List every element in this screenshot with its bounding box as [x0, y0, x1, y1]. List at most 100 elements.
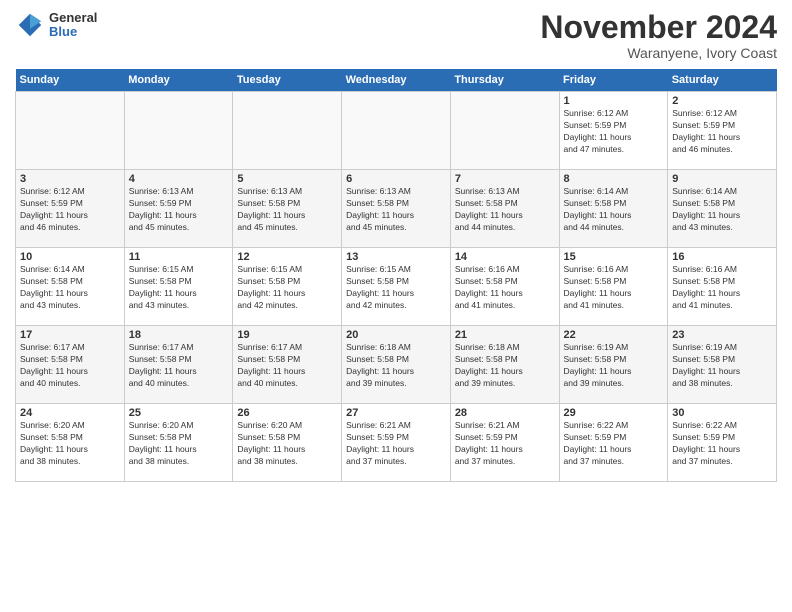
day-number: 11 — [129, 251, 229, 263]
day-info: Sunrise: 6:18 AMSunset: 5:58 PMDaylight:… — [455, 342, 555, 390]
day-info: Sunrise: 6:12 AMSunset: 5:59 PMDaylight:… — [564, 108, 664, 156]
logo-text: General Blue — [49, 11, 97, 40]
day-info: Sunrise: 6:22 AMSunset: 5:59 PMDaylight:… — [564, 420, 664, 468]
day-number: 4 — [129, 173, 229, 185]
day-number: 13 — [346, 251, 446, 263]
day-info: Sunrise: 6:12 AMSunset: 5:59 PMDaylight:… — [672, 108, 772, 156]
calendar-row-3: 10Sunrise: 6:14 AMSunset: 5:58 PMDayligh… — [16, 248, 777, 326]
day-number: 21 — [455, 329, 555, 341]
calendar-cell: 27Sunrise: 6:21 AMSunset: 5:59 PMDayligh… — [342, 404, 451, 482]
calendar-cell: 15Sunrise: 6:16 AMSunset: 5:58 PMDayligh… — [559, 248, 668, 326]
day-info: Sunrise: 6:22 AMSunset: 5:59 PMDaylight:… — [672, 420, 772, 468]
day-number: 29 — [564, 407, 664, 419]
calendar-header-tuesday: Tuesday — [233, 69, 342, 92]
day-info: Sunrise: 6:14 AMSunset: 5:58 PMDaylight:… — [672, 186, 772, 234]
day-number: 16 — [672, 251, 772, 263]
day-info: Sunrise: 6:15 AMSunset: 5:58 PMDaylight:… — [129, 264, 229, 312]
calendar-cell: 19Sunrise: 6:17 AMSunset: 5:58 PMDayligh… — [233, 326, 342, 404]
day-number: 27 — [346, 407, 446, 419]
calendar-cell: 21Sunrise: 6:18 AMSunset: 5:58 PMDayligh… — [450, 326, 559, 404]
calendar-cell: 28Sunrise: 6:21 AMSunset: 5:59 PMDayligh… — [450, 404, 559, 482]
day-info: Sunrise: 6:13 AMSunset: 5:58 PMDaylight:… — [455, 186, 555, 234]
day-info: Sunrise: 6:17 AMSunset: 5:58 PMDaylight:… — [129, 342, 229, 390]
calendar-header-sunday: Sunday — [16, 69, 125, 92]
day-info: Sunrise: 6:14 AMSunset: 5:58 PMDaylight:… — [564, 186, 664, 234]
calendar-cell: 1Sunrise: 6:12 AMSunset: 5:59 PMDaylight… — [559, 92, 668, 170]
day-info: Sunrise: 6:16 AMSunset: 5:58 PMDaylight:… — [672, 264, 772, 312]
calendar-row-4: 17Sunrise: 6:17 AMSunset: 5:58 PMDayligh… — [16, 326, 777, 404]
day-info: Sunrise: 6:13 AMSunset: 5:59 PMDaylight:… — [129, 186, 229, 234]
day-number: 30 — [672, 407, 772, 419]
calendar-row-5: 24 Sunrise: 6:20 AMSunset: 5:58 PMDayligh… — [16, 404, 777, 482]
day-number: 12 — [237, 251, 337, 263]
day-number: 1 — [564, 95, 664, 107]
calendar-header-thursday: Thursday — [450, 69, 559, 92]
day-info: Sunrise: 6:21 AMSunset: 5:59 PMDaylight:… — [346, 420, 446, 468]
calendar-cell: 8Sunrise: 6:14 AMSunset: 5:58 PMDaylight… — [559, 170, 668, 248]
day-info: Sunrise: 6:17 AMSunset: 5:58 PMDaylight:… — [20, 342, 120, 390]
logo: General Blue — [15, 10, 97, 40]
day-info: Sunrise: 6:16 AMSunset: 5:58 PMDaylight:… — [564, 264, 664, 312]
day-number: 9 — [672, 173, 772, 185]
day-info: Sunrise: 6:20 AMSunset: 5:58 PMDaylight:… — [129, 420, 229, 468]
day-number: 26 — [237, 407, 337, 419]
calendar-cell: 25Sunrise: 6:20 AMSunset: 5:58 PMDayligh… — [124, 404, 233, 482]
calendar-cell — [342, 92, 451, 170]
calendar-cell: 7Sunrise: 6:13 AMSunset: 5:58 PMDaylight… — [450, 170, 559, 248]
calendar-cell — [233, 92, 342, 170]
calendar-cell — [124, 92, 233, 170]
day-info: Sunrise: 6:20 AMSunset: 5:58 PMDaylight:… — [237, 420, 337, 468]
day-info: Sunrise: 6:19 AMSunset: 5:58 PMDaylight:… — [564, 342, 664, 390]
day-info: Sunrise: 6:16 AMSunset: 5:58 PMDaylight:… — [455, 264, 555, 312]
calendar-header-saturday: Saturday — [668, 69, 777, 92]
calendar-cell: 29Sunrise: 6:22 AMSunset: 5:59 PMDayligh… — [559, 404, 668, 482]
day-number: 8 — [564, 173, 664, 185]
calendar-cell — [450, 92, 559, 170]
calendar-cell: 17Sunrise: 6:17 AMSunset: 5:58 PMDayligh… — [16, 326, 125, 404]
calendar-cell: 12Sunrise: 6:15 AMSunset: 5:58 PMDayligh… — [233, 248, 342, 326]
day-number: 19 — [237, 329, 337, 341]
calendar-cell: 13Sunrise: 6:15 AMSunset: 5:58 PMDayligh… — [342, 248, 451, 326]
calendar-header-wednesday: Wednesday — [342, 69, 451, 92]
calendar-header-friday: Friday — [559, 69, 668, 92]
calendar-cell: 14Sunrise: 6:16 AMSunset: 5:58 PMDayligh… — [450, 248, 559, 326]
logo-blue-text: Blue — [49, 25, 97, 39]
calendar-row-1: 1Sunrise: 6:12 AMSunset: 5:59 PMDaylight… — [16, 92, 777, 170]
day-info: Sunrise: 6:18 AMSunset: 5:58 PMDaylight:… — [346, 342, 446, 390]
title-section: November 2024 Waranyene, Ivory Coast — [540, 10, 777, 61]
header: General Blue November 2024 Waranyene, Iv… — [15, 10, 777, 61]
day-info: Sunrise: 6:15 AMSunset: 5:58 PMDaylight:… — [237, 264, 337, 312]
calendar-cell: 2Sunrise: 6:12 AMSunset: 5:59 PMDaylight… — [668, 92, 777, 170]
calendar-cell: 23Sunrise: 6:19 AMSunset: 5:58 PMDayligh… — [668, 326, 777, 404]
day-number: 28 — [455, 407, 555, 419]
day-info: Sunrise: 6:14 AMSunset: 5:58 PMDaylight:… — [20, 264, 120, 312]
calendar-cell: 3Sunrise: 6:12 AMSunset: 5:59 PMDaylight… — [16, 170, 125, 248]
calendar-cell: 10Sunrise: 6:14 AMSunset: 5:58 PMDayligh… — [16, 248, 125, 326]
logo-icon — [15, 10, 45, 40]
day-number: 5 — [237, 173, 337, 185]
day-info: Sunrise: 6:21 AMSunset: 5:59 PMDaylight:… — [455, 420, 555, 468]
calendar-cell — [16, 92, 125, 170]
calendar-row-2: 3Sunrise: 6:12 AMSunset: 5:59 PMDaylight… — [16, 170, 777, 248]
page: General Blue November 2024 Waranyene, Iv… — [0, 0, 792, 612]
calendar-cell: 16Sunrise: 6:16 AMSunset: 5:58 PMDayligh… — [668, 248, 777, 326]
calendar-cell: 9Sunrise: 6:14 AMSunset: 5:58 PMDaylight… — [668, 170, 777, 248]
calendar-cell: 18Sunrise: 6:17 AMSunset: 5:58 PMDayligh… — [124, 326, 233, 404]
day-number: 2 — [672, 95, 772, 107]
calendar-cell: 24Sunrise: 6:20 AMSunset: 5:58 PMDayligh… — [16, 404, 125, 482]
calendar-cell: 20Sunrise: 6:18 AMSunset: 5:58 PMDayligh… — [342, 326, 451, 404]
day-number: 6 — [346, 173, 446, 185]
calendar-cell: 22Sunrise: 6:19 AMSunset: 5:58 PMDayligh… — [559, 326, 668, 404]
calendar-cell: 11Sunrise: 6:15 AMSunset: 5:58 PMDayligh… — [124, 248, 233, 326]
calendar-cell: 6Sunrise: 6:13 AMSunset: 5:58 PMDaylight… — [342, 170, 451, 248]
day-info: Sunrise: 6:13 AMSunset: 5:58 PMDaylight:… — [237, 186, 337, 234]
day-number: 24 — [20, 407, 120, 419]
day-info: Sunrise: 6:13 AMSunset: 5:58 PMDaylight:… — [346, 186, 446, 234]
calendar-table: SundayMondayTuesdayWednesdayThursdayFrid… — [15, 69, 777, 482]
calendar-cell: 26Sunrise: 6:20 AMSunset: 5:58 PMDayligh… — [233, 404, 342, 482]
day-number: 10 — [20, 251, 120, 263]
day-number: 23 — [672, 329, 772, 341]
day-number: 18 — [129, 329, 229, 341]
day-number: 22 — [564, 329, 664, 341]
calendar-cell: 30Sunrise: 6:22 AMSunset: 5:59 PMDayligh… — [668, 404, 777, 482]
